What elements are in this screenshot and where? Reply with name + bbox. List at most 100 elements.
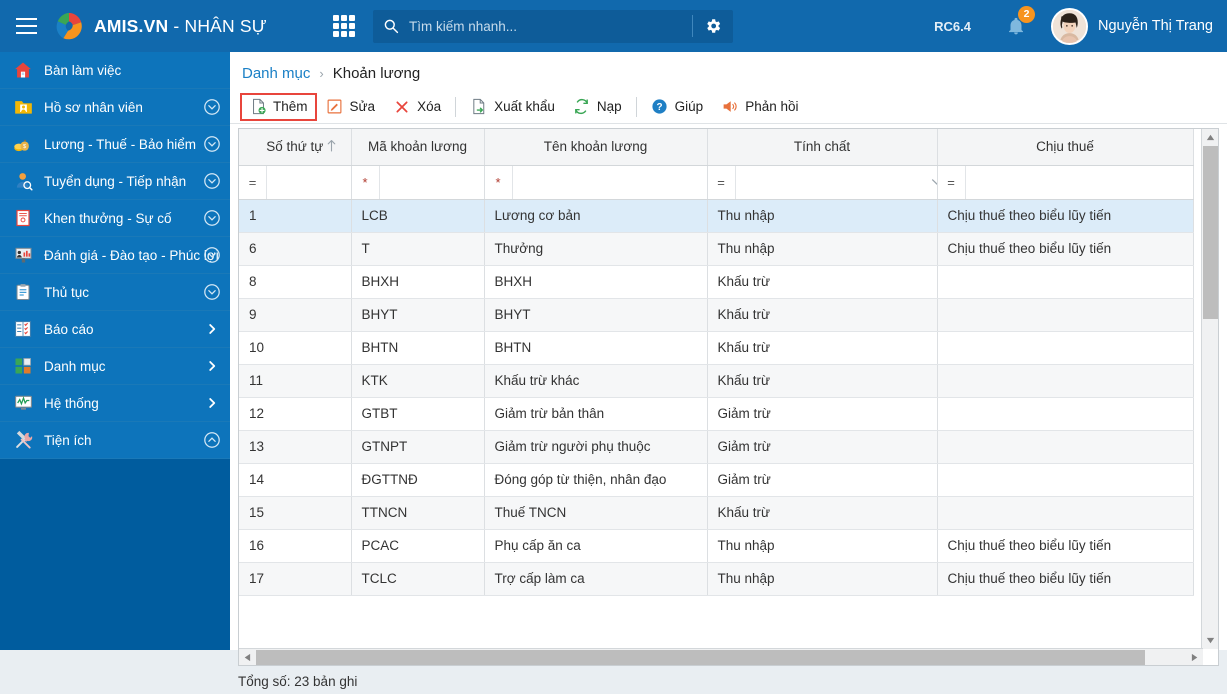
cell-ma-khoan-luong[interactable]: GTNPT [351,430,485,464]
cell-chiu-thue[interactable] [937,265,1194,299]
app-grid-icon[interactable] [332,15,355,37]
brand[interactable]: AMIS.VN - NHÂN SỰ [54,11,267,41]
cell-ten-khoan-luong[interactable]: BHXH [484,265,708,299]
sidebar-item-luong-thue-bao-hiem[interactable]: $ Lương - Thuế - Bảo hiểm [0,126,230,163]
cell-ma-khoan-luong[interactable]: TCLC [351,562,485,596]
reload-button[interactable]: Nạp [564,93,631,121]
table-row[interactable]: 13 GTNPT Giảm trừ người phụ thuộc Giảm trừ [239,430,1194,464]
table-row[interactable]: 10 BHTN BHTN Khấu trừ [239,331,1194,365]
cell-chiu-thue[interactable] [937,463,1194,497]
cell-chiu-thue[interactable] [937,430,1194,464]
table-row[interactable]: 14 ĐGTTNĐ Đóng góp từ thiện, nhân đạo Giảm … [239,463,1194,497]
cell-tinh-chat[interactable]: Khấu trừ [707,298,938,332]
cell-so-thu-tu[interactable]: 11 [239,364,352,398]
sidebar-item-ho-so-nhan-vien[interactable]: Hồ sơ nhân viên [0,89,230,126]
sidebar-item-he-thong[interactable]: Hệ thống [0,385,230,422]
scroll-down-arrow-icon[interactable] [1202,632,1219,649]
edit-button[interactable]: Sửa [317,93,385,121]
table-row[interactable]: 8 BHXH BHXH Khấu trừ [239,265,1194,299]
table-row[interactable]: 16 PCAC Phụ cấp ăn ca Thu nhập Chịu thuế the… [239,529,1194,563]
sidebar-item-danh-muc[interactable]: Danh mục [0,348,230,385]
column-header-tinh-chat[interactable]: Tính chất [707,129,938,166]
user-name-label[interactable]: Nguyễn Thị Trang [1098,18,1213,34]
avatar[interactable] [1051,7,1088,45]
cell-tinh-chat[interactable]: Khấu trừ [707,496,938,530]
chevron-right-icon[interactable] [203,357,221,375]
filter-operator-ten[interactable]: * [485,165,513,198]
cell-tinh-chat[interactable]: Thu nhập [707,199,938,233]
cell-ten-khoan-luong[interactable]: BHTN [484,331,708,365]
filter-operator-stt[interactable]: = [239,165,267,198]
cell-ten-khoan-luong[interactable]: Phụ cấp ăn ca [484,529,708,563]
sidebar-item-ban-lam-viec[interactable]: Bàn làm việc [0,52,230,89]
cell-tinh-chat[interactable]: Thu nhập [707,529,938,563]
cell-ten-khoan-luong[interactable]: Khấu trừ khác [484,364,708,398]
table-row[interactable]: 11 KTK Khấu trừ khác Khấu trừ [239,364,1194,398]
cell-ma-khoan-luong[interactable]: BHTN [351,331,485,365]
scroll-up-arrow-icon[interactable] [1202,129,1219,146]
table-row[interactable]: 12 GTBT Giảm trừ bản thân Giảm trừ [239,397,1194,431]
sidebar-item-tien-ich[interactable]: Tiện ích [0,422,230,459]
scroll-right-arrow-icon[interactable] [1186,649,1203,666]
cell-chiu-thue[interactable]: Chịu thuế theo biểu lũy tiến [937,232,1194,266]
cell-so-thu-tu[interactable]: 12 [239,397,352,431]
column-header-ma[interactable]: Mã khoản lương [351,129,485,166]
cell-ma-khoan-luong[interactable]: PCAC [351,529,485,563]
sidebar-item-bao-cao[interactable]: Báo cáo [0,311,230,348]
add-button[interactable]: Thêm [240,92,317,121]
cell-so-thu-tu[interactable]: 17 [239,562,352,596]
chevron-down-icon[interactable] [203,98,221,116]
cell-so-thu-tu[interactable]: 14 [239,463,352,497]
delete-button[interactable]: Xóa [384,93,450,121]
cell-ten-khoan-luong[interactable]: Trợ cấp làm ca [484,562,708,596]
gear-icon[interactable] [693,10,733,43]
cell-ma-khoan-luong[interactable]: T [351,232,485,266]
cell-so-thu-tu[interactable]: 1 [239,199,352,233]
cell-tinh-chat[interactable]: Giảm trừ [707,463,938,497]
chevron-down-icon[interactable] [924,166,936,199]
cell-chiu-thue[interactable] [937,496,1194,530]
cell-so-thu-tu[interactable]: 10 [239,331,352,365]
cell-ten-khoan-luong[interactable]: Thuế TNCN [484,496,708,530]
filter-input-tinh-chat[interactable] [735,165,924,198]
cell-ma-khoan-luong[interactable]: BHYT [351,298,485,332]
cell-tinh-chat[interactable]: Thu nhập [707,232,938,266]
cell-chiu-thue[interactable]: Chịu thuế theo biểu lũy tiến [937,199,1194,233]
chevron-right-icon[interactable] [203,320,221,338]
horizontal-scroll-thumb[interactable] [256,650,1145,665]
cell-chiu-thue[interactable] [937,331,1194,365]
table-row[interactable]: 17 TCLC Trợ cấp làm ca Thu nhập Chịu thuế th… [239,562,1194,596]
cell-so-thu-tu[interactable]: 9 [239,298,352,332]
table-row[interactable]: 9 BHYT BHYT Khấu trừ [239,298,1194,332]
cell-tinh-chat[interactable]: Khấu trừ [707,265,938,299]
cell-chiu-thue[interactable] [937,298,1194,332]
cell-chiu-thue[interactable] [937,397,1194,431]
feedback-button[interactable]: Phản hồi [712,93,807,121]
sidebar-item-khen-thuong-su-co[interactable]: Khen thưởng - Sự cố [0,200,230,237]
sidebar-item-thu-tuc[interactable]: Thủ tục [0,274,230,311]
cell-tinh-chat[interactable]: Giảm trừ [707,397,938,431]
chevron-down-icon[interactable] [203,283,221,301]
scroll-left-arrow-icon[interactable] [239,649,256,666]
cell-ma-khoan-luong[interactable]: ĐGTTNĐ [351,463,485,497]
cell-so-thu-tu[interactable]: 16 [239,529,352,563]
cell-ten-khoan-luong[interactable]: Giảm trừ bản thân [484,397,708,431]
filter-input-stt[interactable] [267,165,350,198]
filter-input-ma[interactable] [379,165,483,198]
cell-tinh-chat[interactable]: Khấu trừ [707,331,938,365]
column-header-chiu-thue[interactable]: Chịu thuế [937,129,1194,166]
cell-ma-khoan-luong[interactable]: LCB [351,199,485,233]
cell-ma-khoan-luong[interactable]: BHXH [351,265,485,299]
column-header-stt[interactable]: Số thứ tự [239,129,352,166]
filter-input-chiu-thue[interactable] [965,165,1192,198]
cell-ten-khoan-luong[interactable]: Thưởng [484,232,708,266]
cell-tinh-chat[interactable]: Khấu trừ [707,364,938,398]
filter-operator-ma[interactable]: * [352,165,380,198]
cell-ma-khoan-luong[interactable]: GTBT [351,397,485,431]
cell-tinh-chat[interactable]: Giảm trừ [707,430,938,464]
table-row[interactable]: 15 TTNCN Thuế TNCN Khấu trừ [239,496,1194,530]
cell-ten-khoan-luong[interactable]: Đóng góp từ thiện, nhân đạo [484,463,708,497]
chevron-up-icon[interactable] [203,431,221,449]
filter-operator-tinh-chat[interactable]: = [708,165,736,198]
cell-ma-khoan-luong[interactable]: TTNCN [351,496,485,530]
